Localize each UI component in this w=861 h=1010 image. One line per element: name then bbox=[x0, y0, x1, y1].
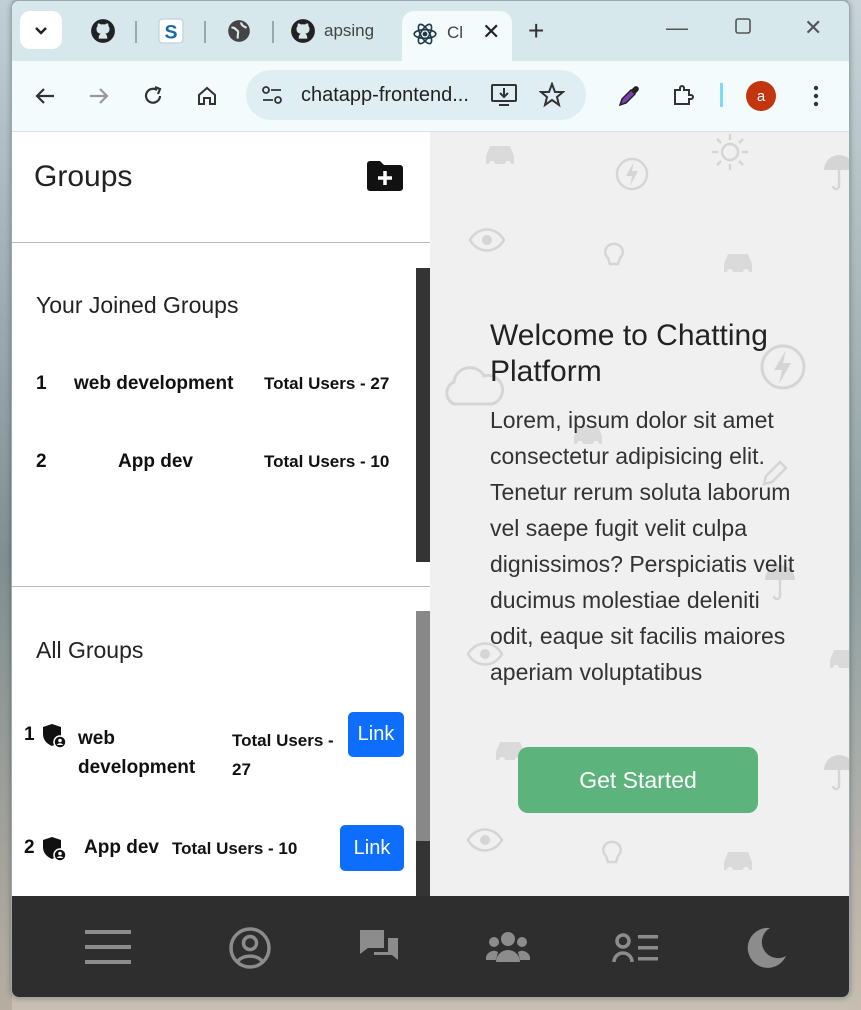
tab-label: Cl bbox=[447, 23, 464, 42]
home-icon[interactable] bbox=[192, 81, 222, 111]
new-tab-button[interactable]: + bbox=[528, 15, 544, 47]
toolbar-divider bbox=[720, 83, 723, 107]
eye-pattern-icon bbox=[468, 228, 506, 252]
group-name: web development bbox=[74, 373, 234, 394]
all-groups-scrollbar-track bbox=[416, 841, 430, 896]
menu-icon[interactable] bbox=[84, 928, 132, 966]
browser-toolbar: chatapp-frontend... a bbox=[12, 61, 849, 132]
page-title: Groups bbox=[34, 160, 133, 193]
minimize-icon[interactable]: — bbox=[666, 15, 688, 41]
total-users: Total Users - 10 bbox=[172, 839, 298, 858]
welcome-description: Lorem, ipsum dolor sit amet consectetur … bbox=[490, 407, 795, 685]
group-name: web development bbox=[78, 728, 196, 778]
dark-mode-moon-icon[interactable] bbox=[744, 926, 788, 970]
github-icon bbox=[91, 19, 115, 43]
row-number: 2 bbox=[36, 451, 47, 472]
bulb-pattern-icon bbox=[604, 242, 624, 266]
close-tab-icon[interactable]: ✕ bbox=[482, 19, 500, 45]
chat-icon[interactable] bbox=[358, 928, 400, 966]
react-icon bbox=[413, 23, 437, 45]
extensions-icon[interactable] bbox=[668, 81, 698, 111]
groups-panel: Groups Your Joined Groups 1 web developm… bbox=[12, 132, 430, 896]
divider bbox=[12, 242, 430, 243]
bulb-pattern-icon bbox=[602, 840, 622, 864]
contacts-list-icon[interactable] bbox=[612, 932, 660, 964]
link-button[interactable]: Link bbox=[340, 825, 404, 871]
get-started-button[interactable]: Get Started bbox=[518, 747, 758, 813]
total-users: Total Users - 27 bbox=[264, 374, 390, 393]
tab-label: apsing bbox=[324, 21, 375, 40]
address-bar[interactable]: chatapp-frontend... bbox=[246, 70, 586, 120]
shield-user-icon bbox=[43, 837, 67, 862]
car-pattern-icon bbox=[724, 254, 752, 275]
sun-pattern-icon bbox=[712, 134, 748, 170]
reload-icon[interactable] bbox=[138, 81, 168, 111]
tab-divider bbox=[204, 21, 206, 43]
link-button[interactable]: Link bbox=[348, 712, 404, 757]
joined-groups-title: Your Joined Groups bbox=[36, 292, 239, 318]
total-users: Total Users - 10 bbox=[264, 452, 390, 471]
maximize-icon[interactable] bbox=[734, 15, 752, 41]
tab-globe[interactable] bbox=[226, 11, 260, 51]
total-users: Total Users - 27 bbox=[232, 731, 334, 779]
folder-plus-icon[interactable] bbox=[366, 160, 404, 192]
tab-divider bbox=[272, 21, 274, 43]
s-site-icon: S bbox=[158, 18, 184, 44]
row-number: 1 bbox=[36, 373, 47, 394]
close-window-icon[interactable]: ✕ bbox=[804, 15, 822, 41]
tab-apsing[interactable]: apsing bbox=[290, 11, 374, 51]
car-pattern-icon bbox=[486, 146, 514, 167]
tab-github[interactable] bbox=[90, 11, 124, 51]
install-app-icon[interactable] bbox=[491, 83, 517, 107]
forward-icon[interactable] bbox=[84, 81, 114, 111]
url-text: chatapp-frontend... bbox=[301, 84, 469, 106]
more-menu-icon[interactable] bbox=[801, 81, 831, 111]
tab-search-button[interactable] bbox=[20, 11, 62, 49]
users-group-icon[interactable] bbox=[486, 930, 530, 964]
joined-scrollbar[interactable] bbox=[416, 268, 430, 562]
tab-strip: S apsing Cl ✕ + — ✕ bbox=[12, 1, 849, 61]
umbrella-pattern-icon bbox=[824, 755, 849, 791]
browser-window: S apsing Cl ✕ + — ✕ chatapp-frontend... … bbox=[11, 0, 850, 998]
tab-s[interactable]: S bbox=[158, 11, 192, 51]
svg-text:S: S bbox=[165, 22, 178, 44]
bottom-nav-bar bbox=[12, 896, 849, 997]
chevron-down-icon bbox=[35, 27, 47, 35]
bookmark-star-icon[interactable] bbox=[539, 82, 565, 108]
car-pattern-icon bbox=[830, 650, 849, 671]
welcome-panel: Welcome to Chatting Platform Lorem, ipsu… bbox=[430, 132, 849, 896]
profile-avatar[interactable]: a bbox=[746, 81, 776, 111]
divider bbox=[12, 586, 430, 587]
umbrella-pattern-icon bbox=[824, 155, 849, 191]
shield-user-icon bbox=[43, 724, 67, 749]
row-number: 1 bbox=[24, 724, 35, 745]
car-pattern-icon bbox=[724, 852, 752, 873]
eye-pattern-icon bbox=[466, 828, 504, 852]
group-name: App dev bbox=[84, 837, 159, 858]
site-info-icon[interactable] bbox=[262, 86, 282, 104]
all-groups-title: All Groups bbox=[36, 637, 144, 663]
back-icon[interactable] bbox=[30, 81, 60, 111]
tab-active[interactable]: Cl ✕ bbox=[402, 11, 512, 61]
bolt-pattern-icon bbox=[615, 157, 649, 191]
github-icon bbox=[291, 19, 315, 43]
group-name: App dev bbox=[118, 451, 193, 472]
tab-divider bbox=[135, 21, 137, 43]
globe-icon bbox=[228, 20, 250, 42]
row-number: 2 bbox=[24, 837, 35, 858]
welcome-heading: Welcome to Chatting Platform bbox=[490, 319, 768, 388]
user-circle-icon[interactable] bbox=[228, 926, 272, 970]
eyedropper-icon[interactable] bbox=[614, 81, 644, 111]
